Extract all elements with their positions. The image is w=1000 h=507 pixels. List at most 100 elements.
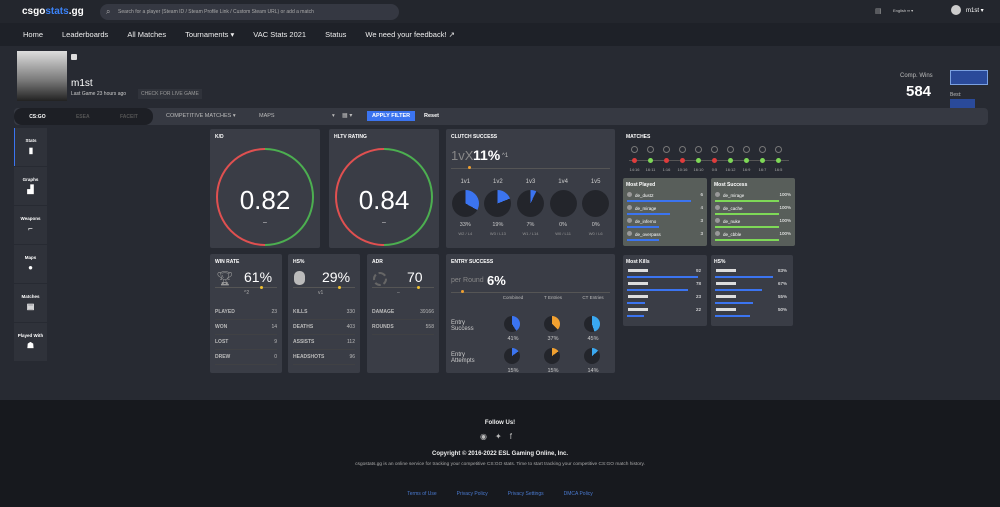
- map-icon[interactable]: [727, 146, 734, 153]
- sidebar-item-graphs[interactable]: Graphs ▟: [14, 167, 47, 205]
- clutch-item: 1v4 0% W0 / L11: [549, 179, 577, 236]
- nav-home[interactable]: Home: [23, 30, 43, 39]
- nav-vac-stats[interactable]: VAC Stats 2021: [253, 30, 306, 39]
- list-item[interactable]: de_mirage 4: [627, 205, 703, 211]
- stat-value: 330: [346, 309, 355, 315]
- nav-feedback[interactable]: We need your feedback! ↗: [365, 30, 455, 39]
- sidebar-item-stats[interactable]: Stats ▮: [14, 128, 47, 166]
- list-item[interactable]: de_inferno 3: [627, 218, 703, 224]
- map-icon[interactable]: [775, 146, 782, 153]
- mode-dropdown[interactable]: COMPETITIVE MATCHES ▾: [166, 113, 236, 119]
- steam-icon[interactable]: ◉: [480, 432, 495, 441]
- match-score: 16:7: [758, 167, 767, 172]
- win-dot[interactable]: [744, 158, 749, 163]
- sidebar-item-matches[interactable]: Matches ▤: [14, 284, 47, 322]
- source-esea[interactable]: ESEA: [76, 114, 90, 120]
- entry-row-label: Entry Success: [451, 320, 474, 332]
- list-item[interactable]: de_overpass 3: [627, 231, 703, 237]
- weapon-icon: [628, 282, 648, 285]
- win-dot[interactable]: [648, 158, 653, 163]
- site-logo[interactable]: csgostats.gg: [22, 6, 84, 17]
- map-icon[interactable]: [663, 146, 670, 153]
- loss-dot[interactable]: [664, 158, 669, 163]
- sidebar-item-played-with[interactable]: Played With ☗: [14, 323, 47, 361]
- progress-bar: [715, 302, 754, 304]
- nav-tournaments[interactable]: Tournaments ▾: [185, 30, 234, 39]
- matches-icon: ▤: [26, 302, 35, 311]
- loss-dot[interactable]: [680, 158, 685, 163]
- check-live-game-button[interactable]: CHECK FOR LIVE GAME: [138, 89, 202, 99]
- calendar-icon[interactable]: ▦ ▾: [342, 112, 352, 119]
- privacy-policy-link[interactable]: Privacy Policy: [457, 491, 488, 497]
- clutch-pct: 0%: [559, 222, 568, 228]
- stat-label: KILLS: [293, 309, 308, 315]
- map-icon[interactable]: [647, 146, 654, 153]
- user-menu[interactable]: m1st ▾: [966, 7, 984, 14]
- twitter-icon[interactable]: ✦: [495, 432, 510, 441]
- map-icon[interactable]: [631, 146, 638, 153]
- list-item[interactable]: de_cbble 100%: [715, 231, 791, 237]
- progress-bar: [715, 315, 750, 317]
- win-dot[interactable]: [776, 158, 781, 163]
- win-dot[interactable]: [728, 158, 733, 163]
- clutch-wl: W0 / L6: [588, 231, 603, 236]
- maps-dropdown-caret[interactable]: ▾: [332, 113, 335, 119]
- steam-icon[interactable]: [71, 54, 77, 60]
- entry-pie: [504, 316, 520, 332]
- match-score: 16:10: [693, 167, 704, 172]
- map-icon[interactable]: [695, 146, 702, 153]
- stat-row: ASSISTS 112: [293, 339, 355, 350]
- win-dot[interactable]: [760, 158, 765, 163]
- stat-row: DAMAGE 39166: [372, 309, 434, 320]
- weapon-value: 92: [695, 268, 701, 273]
- logo-text: stats: [45, 6, 69, 17]
- list-item[interactable]: de_dust2 6: [627, 192, 703, 198]
- language-selector[interactable]: English ▪▪ ▾: [893, 8, 913, 13]
- stat-label: DEATHS: [293, 324, 314, 330]
- list-item[interactable]: de_cache 100%: [715, 205, 791, 211]
- privacy-settings-link[interactable]: Privacy Settings: [508, 491, 544, 497]
- nav-leaderboards[interactable]: Leaderboards: [62, 30, 108, 39]
- maps-dropdown[interactable]: MAPS: [259, 113, 275, 119]
- entry-pie: [584, 316, 600, 332]
- source-faceit[interactable]: FACEIT: [120, 114, 138, 120]
- hltv-card: HLTV RATING 0.84 –: [329, 129, 439, 248]
- source-csgo[interactable]: CS:GO: [29, 114, 45, 120]
- clutch-pct: 7%: [526, 222, 535, 228]
- list-item[interactable]: de_nuke 100%: [715, 218, 791, 224]
- map-name: de_mirage: [627, 205, 656, 211]
- map-icon[interactable]: [711, 146, 718, 153]
- reset-button[interactable]: Reset: [424, 113, 439, 119]
- sidebar-item-weapons[interactable]: Weapons ⌐: [14, 206, 47, 244]
- map-icon[interactable]: [759, 146, 766, 153]
- hltv-value: 0.84: [358, 185, 410, 215]
- search-input[interactable]: ⌕ Search for a player (Steam ID / Steam P…: [100, 4, 399, 20]
- progress-bar: [627, 226, 659, 228]
- menu-icon[interactable]: ▤: [875, 7, 882, 15]
- user-avatar[interactable]: [951, 5, 961, 15]
- list-item[interactable]: de_mirage 100%: [715, 192, 791, 198]
- apply-filter-button[interactable]: APPLY FILTER: [367, 111, 416, 121]
- weapon-icon: [716, 295, 736, 298]
- facebook-icon[interactable]: f: [510, 432, 520, 441]
- weapon-icon: [716, 282, 736, 285]
- loss-dot[interactable]: [632, 158, 637, 163]
- nav-status[interactable]: Status: [325, 30, 346, 39]
- map-icon[interactable]: [743, 146, 750, 153]
- loss-dot[interactable]: [712, 158, 717, 163]
- win-dot[interactable]: [696, 158, 701, 163]
- map-icon[interactable]: [679, 146, 686, 153]
- clutch-item: 1v2 19% W3 / L13: [484, 179, 512, 236]
- language-label: English: [893, 8, 907, 13]
- stat-value: 112: [347, 339, 355, 345]
- entry-pie: [584, 348, 600, 364]
- kd-value: 0.82: [239, 185, 291, 215]
- card-title: Most Success: [714, 182, 748, 188]
- terms-link[interactable]: Terms of Use: [407, 491, 436, 497]
- sidebar-item-maps[interactable]: Maps ●: [14, 245, 47, 283]
- nav-all-matches[interactable]: All Matches: [127, 30, 166, 39]
- sidebar-label: Played With: [17, 333, 44, 338]
- dmca-link[interactable]: DMCA Policy: [564, 491, 593, 497]
- divider: [451, 292, 610, 293]
- win-rate-value: 61%: [244, 269, 273, 285]
